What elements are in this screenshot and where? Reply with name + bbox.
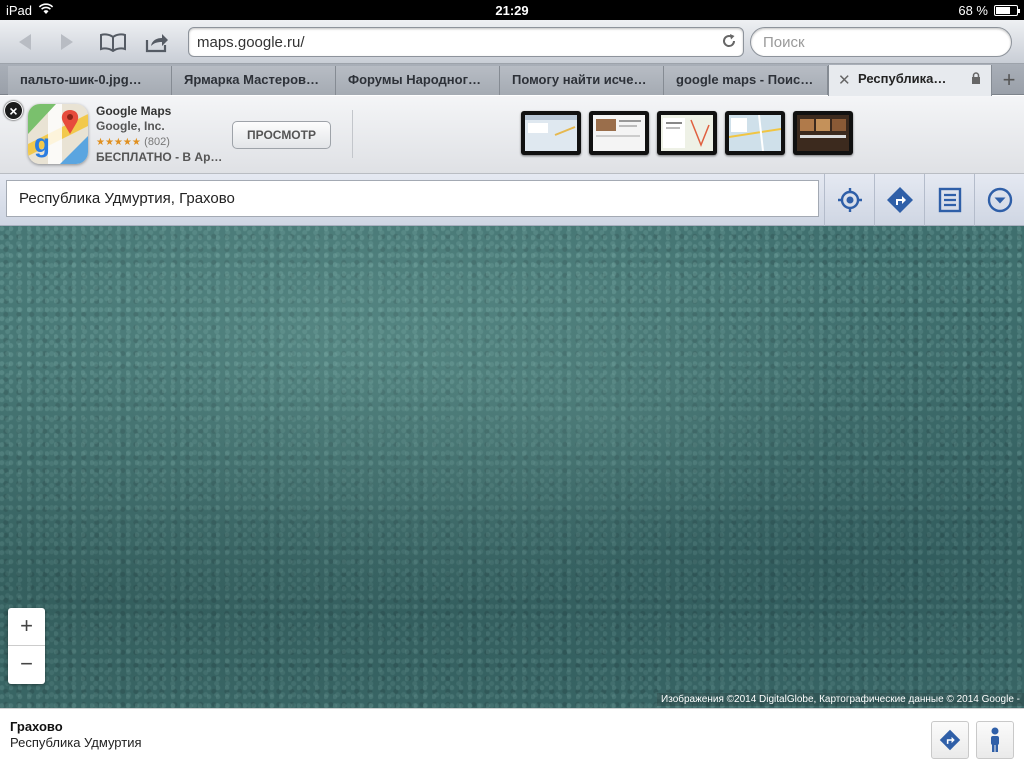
directions-icon [886, 187, 913, 213]
footer-directions-button[interactable] [931, 721, 969, 759]
book-icon [100, 33, 126, 52]
tab-3[interactable]: Форумы Народног… [336, 66, 500, 95]
app-developer: Google, Inc. [96, 119, 165, 133]
banner-divider [352, 110, 353, 158]
tab-label: Помогу найти исче… [512, 72, 647, 87]
close-banner-button[interactable]: × [4, 101, 23, 120]
list-icon [938, 187, 961, 213]
bookmarks-button[interactable] [98, 28, 128, 56]
location-target-icon [837, 188, 862, 212]
tab-label: пальто-шик-0.jpg… [20, 72, 142, 87]
back-button[interactable] [10, 28, 40, 56]
svg-text:g: g [34, 128, 50, 158]
list-view-button[interactable] [924, 174, 974, 226]
chevron-down-circle-icon [987, 187, 1012, 213]
app-info: Google Maps Google, Inc. ★★★★★ (802) БЕС… [96, 104, 222, 165]
place-region: Республика Удмуртия [10, 735, 142, 750]
forest-texture [0, 226, 1024, 708]
share-button[interactable] [142, 28, 172, 56]
browser-toolbar: maps.google.ru/ Поиск [0, 20, 1024, 64]
forward-arrow-icon [61, 34, 73, 50]
menu-dropdown-button[interactable] [974, 174, 1024, 226]
tab-bar: пальто-шик-0.jpg… Ярмарка Мастеров… Фору… [0, 64, 1024, 96]
new-tab-button[interactable]: + [994, 66, 1024, 95]
map-attribution: Изображения ©2014 DigitalGlobe, Картогра… [657, 693, 1024, 706]
reload-icon[interactable] [721, 33, 737, 53]
battery-icon [994, 5, 1020, 16]
zoom-in-button[interactable]: + [8, 608, 45, 646]
back-arrow-icon [19, 34, 31, 50]
directions-button[interactable] [874, 174, 924, 226]
place-name: Грахово [10, 719, 63, 734]
directions-icon [939, 729, 961, 751]
zoom-out-button[interactable]: − [8, 646, 45, 684]
tab-label: Республика… [858, 71, 947, 86]
share-icon [145, 34, 168, 53]
app-screenshot-4[interactable] [725, 111, 785, 155]
clock: 21:29 [495, 3, 529, 18]
maps-header: Республика Удмуртия, Грахово [0, 174, 1024, 226]
browser-search-field[interactable]: Поиск [750, 27, 1012, 57]
tab-label: Форумы Народног… [348, 72, 481, 87]
satellite-map[interactable]: + − Изображения ©2014 DigitalGlobe, Карт… [0, 226, 1024, 708]
battery-percent: 68 % [958, 3, 988, 18]
address-bar[interactable]: maps.google.ru/ [188, 27, 744, 57]
rating-stars: ★★★★★ [96, 137, 141, 148]
view-app-button[interactable]: ПРОСМОТР [232, 121, 331, 149]
status-bar: iPad 21:29 68 % [0, 0, 1024, 20]
app-screenshot-2[interactable] [589, 111, 649, 155]
tab-2[interactable]: Ярмарка Мастеров… [172, 66, 336, 95]
google-maps-app-icon: g [28, 104, 88, 164]
close-tab-icon[interactable]: ✕ [838, 71, 851, 89]
tab-label: google maps - Поис… [676, 72, 814, 87]
app-screenshot-1[interactable] [521, 111, 581, 155]
place-info-bar: Грахово Республика Удмуртия [0, 708, 1024, 768]
pegman-icon [991, 727, 999, 752]
maps-search-input[interactable]: Республика Удмуртия, Грахово [6, 180, 819, 217]
app-screenshot-5[interactable] [793, 111, 853, 155]
rating-count: (802) [144, 136, 170, 148]
smart-app-banner: × g Google Maps Google, Inc. ★★★★★ (802)… [0, 96, 1024, 174]
url-text: maps.google.ru/ [197, 34, 305, 51]
tab-6-active[interactable]: ✕ Республика… [828, 65, 992, 96]
tab-1[interactable]: пальто-шик-0.jpg… [8, 66, 172, 95]
tab-label: Ярмарка Мастеров… [184, 72, 319, 87]
search-placeholder: Поиск [763, 34, 805, 51]
street-view-button[interactable] [976, 721, 1014, 759]
my-location-button[interactable] [824, 174, 874, 226]
zoom-control: + − [8, 608, 45, 684]
plus-icon: + [1002, 67, 1016, 92]
maps-search-value: Республика Удмуртия, Грахово [19, 190, 235, 207]
app-price: БЕСПЛАТНО - В Ap… [96, 150, 223, 164]
tab-5[interactable]: google maps - Поис… [664, 66, 828, 95]
lock-icon [971, 72, 981, 87]
app-screenshot-3[interactable] [657, 111, 717, 155]
app-name: Google Maps [96, 104, 172, 118]
forward-button[interactable] [52, 28, 82, 56]
tab-4[interactable]: Помогу найти исче… [500, 66, 664, 95]
